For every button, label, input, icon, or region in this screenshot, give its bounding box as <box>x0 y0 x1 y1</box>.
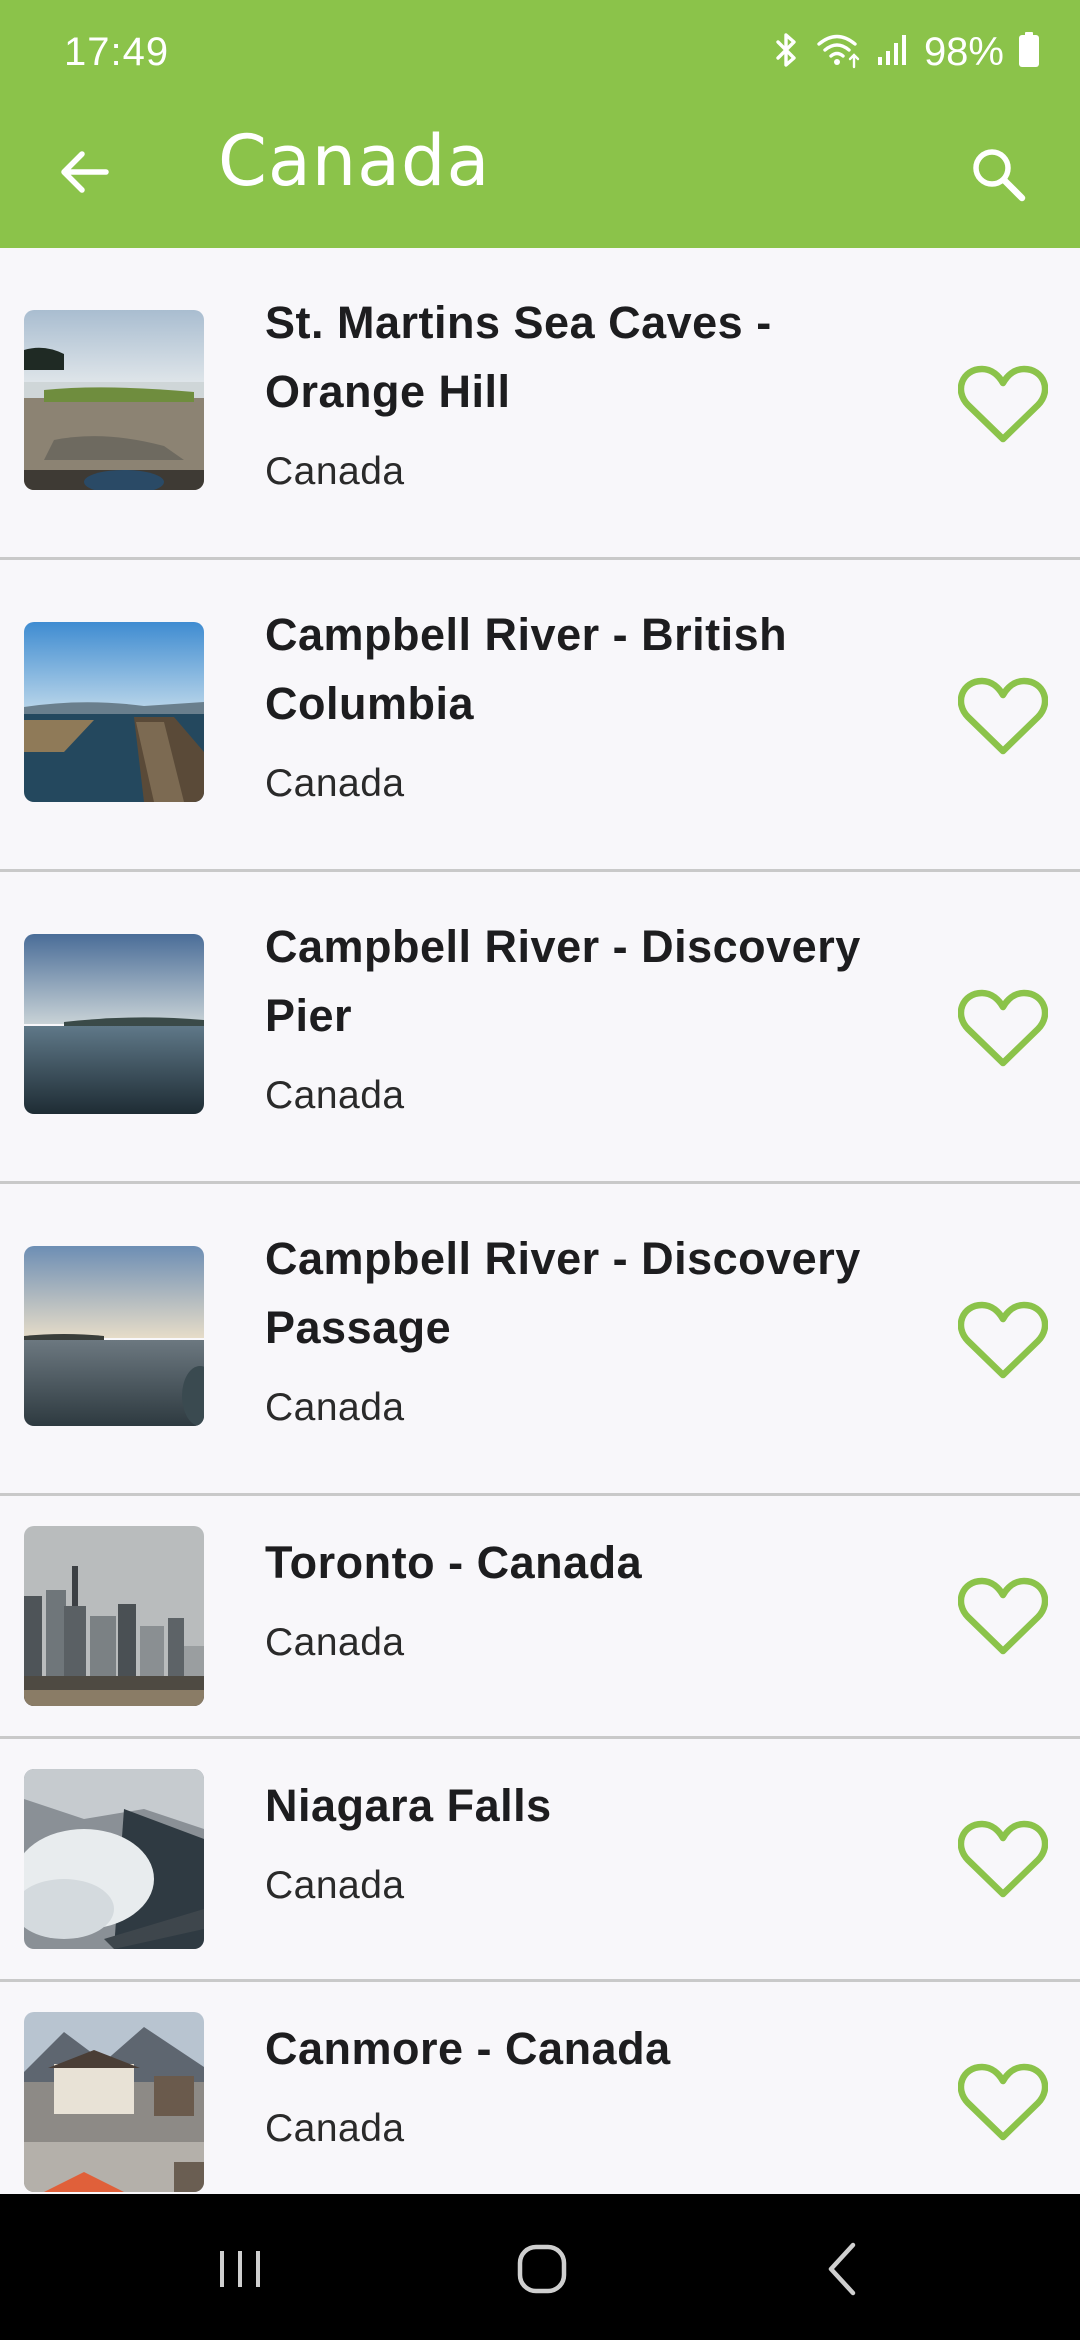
webcam-country: Canada <box>265 1621 405 1664</box>
status-icons: 98% <box>772 28 1040 76</box>
heart-outline-icon[interactable] <box>955 1572 1051 1662</box>
heart-outline-icon[interactable] <box>955 984 1051 1074</box>
battery-icon <box>1018 31 1040 73</box>
heart-outline-icon[interactable] <box>955 2058 1051 2148</box>
webcam-thumbnail <box>24 1769 204 1949</box>
list-item[interactable]: Canmore - Canada Canada <box>0 1982 1080 2194</box>
status-bar: 17:49 98% <box>0 0 1080 104</box>
webcam-country: Canada <box>265 1864 405 1907</box>
webcam-thumbnail <box>24 310 204 490</box>
list-item[interactable]: Campbell River - British Columbia Canada <box>0 560 1080 872</box>
webcam-thumbnail <box>24 1526 204 1706</box>
signal-icon <box>876 33 910 72</box>
webcam-country: Canada <box>265 450 405 493</box>
heart-outline-icon[interactable] <box>955 672 1051 762</box>
search-icon[interactable] <box>956 132 1040 216</box>
list-item[interactable]: St. Martins Sea Caves - Orange Hill Cana… <box>0 248 1080 560</box>
system-nav-bar <box>0 2194 1080 2340</box>
webcam-thumbnail <box>24 2012 204 2192</box>
webcam-name: Campbell River - Discovery Passage <box>265 1233 861 1353</box>
webcam-list: St. Martins Sea Caves - Orange Hill Cana… <box>0 248 1080 2194</box>
list-item[interactable]: Campbell River - Discovery Passage Canad… <box>0 1184 1080 1496</box>
list-item-texts: St. Martins Sea Caves - Orange Hill Cana… <box>265 288 925 494</box>
heart-outline-icon[interactable] <box>955 360 1051 450</box>
heart-outline-icon[interactable] <box>955 1296 1051 1386</box>
webcam-name: Campbell River - Discovery Pier <box>265 921 861 1041</box>
webcam-name: Toronto - Canada <box>265 1537 643 1588</box>
webcam-thumbnail <box>24 934 204 1114</box>
list-item-texts: Niagara Falls Canada <box>265 1771 925 1908</box>
webcam-name: Niagara Falls <box>265 1780 552 1831</box>
page-title: Canada <box>218 120 491 202</box>
arrow-back-icon[interactable] <box>48 136 120 208</box>
list-item[interactable]: Niagara Falls Canada <box>0 1739 1080 1982</box>
app-bar: 17:49 98% Canada <box>0 0 1080 248</box>
wifi-icon <box>816 31 862 74</box>
webcam-name: Canmore - Canada <box>265 2023 671 2074</box>
heart-outline-icon[interactable] <box>955 1815 1051 1905</box>
recents-icon[interactable] <box>195 2224 285 2314</box>
webcam-name: St. Martins Sea Caves - Orange Hill <box>265 297 772 417</box>
battery-percentage: 98% <box>923 29 1004 74</box>
webcam-thumbnail <box>24 622 204 802</box>
toolbar: Canada <box>0 104 1080 248</box>
webcam-country: Canada <box>265 2107 405 2150</box>
list-item[interactable]: Toronto - Canada Canada <box>0 1496 1080 1739</box>
webcam-country: Canada <box>265 1074 405 1117</box>
list-item-texts: Canmore - Canada Canada <box>265 2014 925 2151</box>
webcam-thumbnail <box>24 1246 204 1426</box>
webcam-country: Canada <box>265 1386 405 1429</box>
webcam-name: Campbell River - British Columbia <box>265 609 788 729</box>
list-item-texts: Campbell River - Discovery Pier Canada <box>265 912 925 1118</box>
status-time: 17:49 <box>64 30 170 74</box>
list-item[interactable]: Campbell River - Discovery Pier Canada <box>0 872 1080 1184</box>
list-item-texts: Campbell River - British Columbia Canada <box>265 600 925 806</box>
bluetooth-icon <box>772 32 802 73</box>
back-chevron-icon[interactable] <box>800 2224 890 2314</box>
webcam-country: Canada <box>265 762 405 805</box>
list-item-texts: Toronto - Canada Canada <box>265 1528 925 1665</box>
home-icon[interactable] <box>497 2224 587 2314</box>
list-item-texts: Campbell River - Discovery Passage Canad… <box>265 1224 925 1430</box>
